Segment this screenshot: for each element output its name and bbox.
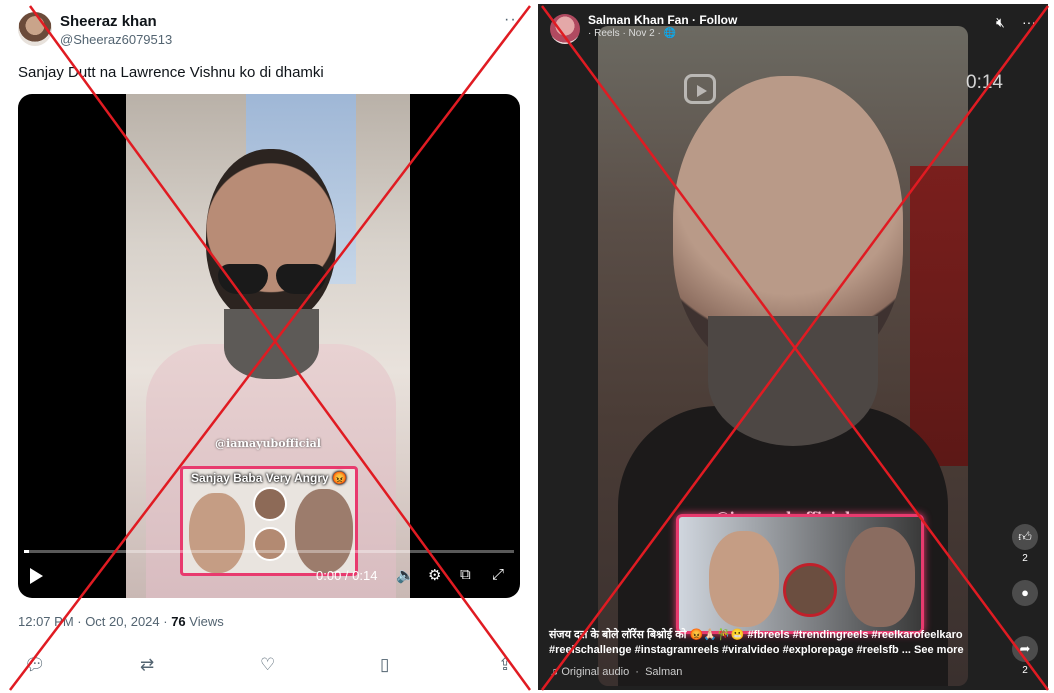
- views-count: 76: [171, 614, 186, 629]
- video-player[interactable]: @iamayubofficial Sanjay Baba Very Angry …: [18, 94, 520, 598]
- caption-text: संजय दत्त के बोले लॉरेंस बिश्नोई को 😡🙏🏻🎋…: [549, 629, 963, 656]
- video-watermark: @iamayubofficial: [215, 437, 321, 450]
- mute-icon[interactable]: 🔇︎: [996, 14, 1005, 31]
- face-left: [709, 531, 779, 627]
- face-right: [845, 527, 915, 627]
- like-icon[interactable]: 👍︎: [1012, 524, 1038, 550]
- reel-time: 0:14: [966, 72, 1003, 93]
- inset-thumbnail: Sanjay Baba Very Angry 😡: [180, 466, 358, 576]
- post-meta: · Reels · Nov 2 · 🌐: [588, 28, 677, 39]
- sunglasses: [218, 264, 328, 294]
- progress-fill: [24, 550, 29, 553]
- share-icon[interactable]: ⇪: [498, 655, 512, 675]
- face-right: [295, 489, 353, 573]
- user-handle[interactable]: @Sheeraz6079513: [60, 32, 172, 47]
- face-center: [783, 563, 837, 617]
- video-time: 0:00 / 0:14: [316, 568, 378, 583]
- audio-info[interactable]: ♫ Original audio · Salman: [550, 666, 682, 678]
- play-icon[interactable]: [30, 568, 43, 584]
- like-control[interactable]: 👍︎ 2: [1012, 524, 1038, 564]
- video-frame: @iamayubofficial Sanjay Baba Very Angry …: [126, 94, 410, 598]
- audio-icon: ♫: [550, 666, 559, 678]
- reel-caption: संजय दत्त के बोले लॉरेंस बिश्नोई को 😡🙏🏻🎋…: [549, 628, 989, 658]
- person-beard: [224, 309, 319, 379]
- share-count: 2: [1022, 665, 1028, 676]
- like-count: 2: [1022, 553, 1028, 564]
- ellipsis-icon[interactable]: ···: [1022, 14, 1036, 30]
- bookmark-icon[interactable]: ▯: [380, 655, 389, 675]
- share-control[interactable]: ➦ 2: [1012, 636, 1038, 676]
- tweet-timestamp[interactable]: 12:07 PM · Oct 20, 2024 ·: [18, 614, 171, 629]
- fullscreen-icon[interactable]: ⤢: [492, 566, 504, 583]
- share-icon[interactable]: ➦: [1012, 636, 1038, 662]
- audio-label: Original audio: [561, 666, 630, 678]
- background-red-panel: [910, 166, 968, 466]
- page-name[interactable]: Salman Khan Fan · Follow: [588, 13, 737, 27]
- person-beard: [708, 316, 878, 446]
- person-head: [206, 149, 336, 324]
- face-small-top: [253, 487, 287, 521]
- see-more-link[interactable]: See more: [914, 644, 964, 656]
- retweet-icon[interactable]: ⇄: [140, 655, 154, 675]
- page-avatar[interactable]: [550, 14, 580, 44]
- audio-owner: Salman: [645, 666, 683, 678]
- tweet-meta: 12:07 PM · Oct 20, 2024 · 76 Views: [18, 614, 224, 629]
- settings-icon[interactable]: ⚙: [428, 566, 441, 584]
- reel-panel: 0:14 @iamayubofficial Salman Khan Fan · …: [538, 4, 1048, 690]
- video-progress-bar[interactable]: [24, 550, 514, 553]
- tweet-panel: Sheeraz khan @Sheeraz6079513 ··· Sanjay …: [0, 0, 536, 693]
- reply-icon[interactable]: 💬︎: [24, 655, 46, 675]
- comment-icon[interactable]: ●: [1012, 580, 1038, 606]
- thumbnail-title: Sanjay Baba Very Angry 😡: [191, 471, 347, 485]
- face-left: [189, 493, 245, 573]
- like-icon[interactable]: ♡: [260, 655, 275, 675]
- views-label: Views: [185, 614, 224, 629]
- display-name[interactable]: Sheeraz khan: [60, 13, 157, 30]
- face-small-bottom: [253, 527, 287, 561]
- tweet-text: Sanjay Dutt na Lawrence Vishnu ko di dha…: [18, 64, 324, 81]
- inset-thumbnail: [676, 514, 924, 634]
- avatar[interactable]: [18, 12, 52, 46]
- comment-control[interactable]: ●: [1012, 580, 1038, 606]
- pip-icon[interactable]: ⧉: [460, 566, 471, 583]
- volume-icon[interactable]: 🔈: [396, 566, 415, 584]
- ellipsis-icon[interactable]: ···: [504, 11, 523, 29]
- reels-icon: [684, 74, 716, 104]
